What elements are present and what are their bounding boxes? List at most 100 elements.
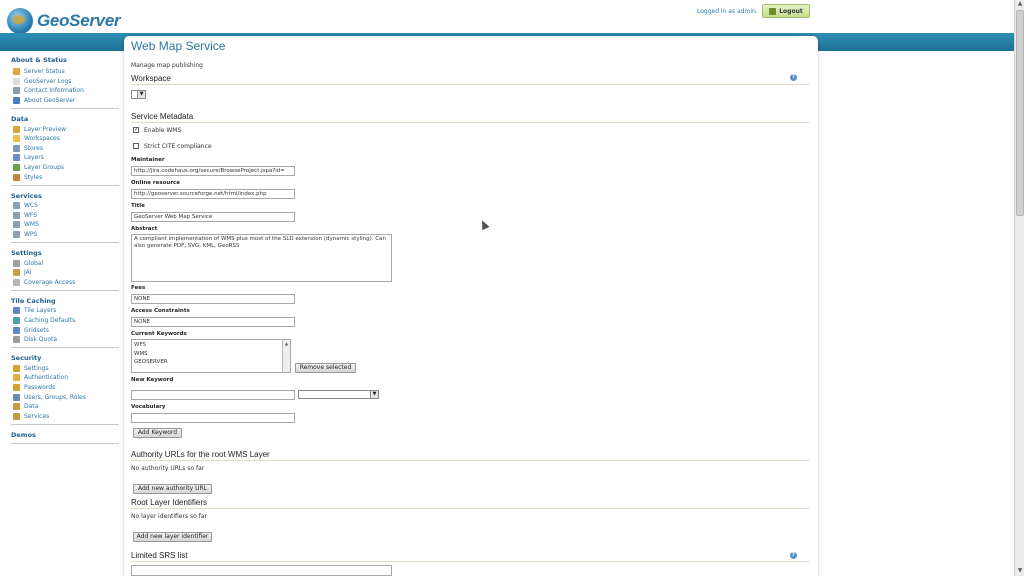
divider	[131, 122, 809, 123]
vocabulary-label: Vocabulary	[131, 404, 166, 410]
sidebar-item[interactable]: Coverage Access	[11, 278, 119, 288]
keyword-language-select[interactable]: ▼	[298, 390, 379, 399]
sidebar-section-title[interactable]: Data	[11, 113, 119, 124]
wps-icon	[13, 231, 20, 239]
current-keywords-label: Current Keywords	[131, 331, 187, 337]
scroll-down-icon[interactable]: ▼	[1016, 567, 1024, 575]
sidebar-item-label: Tile Layers	[24, 307, 57, 315]
sidebar-item-label: Data	[24, 403, 39, 411]
sidebar-section-title[interactable]: Tile Caching	[11, 295, 119, 306]
sidebar-item-label: Services	[24, 412, 50, 420]
wfs-icon	[13, 211, 20, 219]
sidebar-item[interactable]: Layer Groups	[11, 163, 119, 173]
global-icon	[13, 259, 20, 267]
sidebar-item[interactable]: WCS	[11, 201, 119, 211]
abstract-textarea[interactable]: A compliant implementation of WMS plus m…	[131, 234, 392, 282]
logout-button[interactable]: Logout	[762, 4, 810, 18]
sidebar-item-label: Stores	[24, 144, 43, 152]
sidebar-item[interactable]: WPS	[11, 230, 119, 240]
keywords-scrollbar[interactable]: ▲	[282, 340, 290, 372]
access-constraints-field[interactable]: NONE	[131, 317, 295, 327]
sidebar-item-label: About GeoServer	[24, 97, 76, 105]
sidebar-item[interactable]: Authentication	[11, 373, 119, 383]
sidebar-item[interactable]: About GeoServer	[11, 96, 119, 106]
info-icon	[13, 97, 20, 105]
layer-groups-icon	[13, 164, 20, 172]
sidebar-item-label: Settings	[24, 364, 49, 372]
limited-srs-textarea[interactable]	[131, 565, 392, 576]
geoserver-logo[interactable]: GeoServer	[7, 8, 121, 34]
sidebar-item[interactable]: WMS	[11, 220, 119, 230]
sidebar-item[interactable]: Settings	[11, 363, 119, 373]
page-scrollbar[interactable]: ▲ ▼	[1014, 0, 1024, 576]
sidebar-item[interactable]: WFS	[11, 211, 119, 221]
fees-field[interactable]: NONE	[131, 294, 295, 304]
sidebar-section-title[interactable]: About & Status	[11, 56, 119, 67]
logout-icon	[769, 7, 777, 15]
sidebar-section-title[interactable]: Security	[11, 352, 119, 363]
new-keyword-field[interactable]	[131, 390, 295, 400]
limited-srs-help-icon[interactable]: ?	[790, 552, 797, 559]
sidebar-item[interactable]: Tile Layers	[11, 306, 119, 316]
sidebar-item[interactable]: Disk Quota	[11, 335, 119, 345]
passwords-icon	[13, 383, 20, 391]
scroll-up-icon[interactable]: ▲	[1016, 0, 1024, 8]
coverage-access-icon	[13, 278, 20, 286]
workspace-help-icon[interactable]: ?	[790, 74, 797, 81]
sidebar-item[interactable]: Caching Defaults	[11, 316, 119, 326]
sidebar-item-label: Gridsets	[24, 326, 49, 334]
add-keyword-button[interactable]: Add Keyword	[133, 428, 182, 438]
sidebar-item-label: Global	[24, 259, 44, 267]
sidebar-section-title[interactable]: Demos	[11, 429, 119, 440]
sidebar-item[interactable]: GeoServer Logs	[11, 77, 119, 87]
wms-icon	[13, 221, 20, 229]
sidebar-item[interactable]: Users, Groups, Roles	[11, 392, 119, 402]
add-layer-identifier-button[interactable]: Add new layer identifier	[133, 532, 212, 542]
sidebar-item[interactable]: Data	[11, 402, 119, 412]
caching-defaults-icon	[13, 316, 20, 324]
sidebar-item[interactable]: Stores	[11, 144, 119, 154]
sidebar-item[interactable]: JAI	[11, 268, 119, 278]
sidebar-section: Demos	[11, 429, 119, 445]
sidebar-item[interactable]: Layers	[11, 153, 119, 163]
online-resource-label: Online resource	[131, 180, 181, 186]
sidebar-item[interactable]: Server Status	[11, 67, 119, 77]
sidebar-item[interactable]: Contact Information	[11, 86, 119, 96]
keyword-item[interactable]: WFS	[134, 341, 288, 350]
maintainer-field[interactable]: http://jira.codehaus.org/secure/BrowsePr…	[131, 166, 295, 176]
contact-icon	[13, 87, 20, 95]
sidebar-item[interactable]: Passwords	[11, 383, 119, 393]
scrollbar-thumb[interactable]	[1016, 10, 1024, 216]
online-resource-field[interactable]: http://geoserver.sourceforge.net/html/in…	[131, 189, 295, 199]
vocabulary-field[interactable]	[131, 413, 295, 423]
strict-cite-checkbox[interactable]	[133, 143, 139, 149]
layer-identifiers-empty-text: No layer identifiers so far	[131, 513, 207, 520]
enable-wms-checkbox[interactable]: ✓	[133, 127, 139, 133]
keyword-item[interactable]: GEOSERVER	[134, 358, 288, 367]
logs-icon	[13, 77, 20, 85]
remove-selected-button[interactable]: Remove selected	[295, 363, 356, 373]
sidebar-section-title[interactable]: Services	[11, 190, 119, 201]
sidebar-item-label: Coverage Access	[24, 278, 76, 286]
sidebar-section: Services WCS WFS WMS WPS	[11, 190, 119, 244]
title-field[interactable]: GeoServer Web Map Service	[131, 212, 295, 222]
sidebar-item-label: Workspaces	[24, 135, 60, 143]
sidebar-item[interactable]: Services	[11, 411, 119, 421]
sidebar-item-label: GeoServer Logs	[24, 77, 72, 85]
sidebar-item[interactable]: Styles	[11, 172, 119, 182]
layer-preview-icon	[13, 125, 20, 133]
sidebar-item-label: Layer Groups	[24, 164, 65, 172]
sidebar-item[interactable]: Workspaces	[11, 134, 119, 144]
scroll-up-icon[interactable]: ▲	[283, 340, 290, 347]
sidebar-item-label: Layer Preview	[24, 125, 66, 133]
sidebar-item[interactable]: Global	[11, 258, 119, 268]
sidebar-item[interactable]: Layer Preview	[11, 124, 119, 134]
add-authority-url-button[interactable]: Add new authority URL	[133, 484, 212, 494]
workspace-select[interactable]: ▼	[131, 90, 146, 99]
authentication-icon	[13, 374, 20, 382]
keyword-item[interactable]: WMS	[134, 350, 288, 359]
logo-text: GeoServer	[37, 11, 121, 30]
sidebar-item[interactable]: Gridsets	[11, 325, 119, 335]
sidebar-section-title[interactable]: Settings	[11, 247, 119, 258]
current-keywords-list[interactable]: WFS WMS GEOSERVER ▲	[131, 339, 291, 373]
